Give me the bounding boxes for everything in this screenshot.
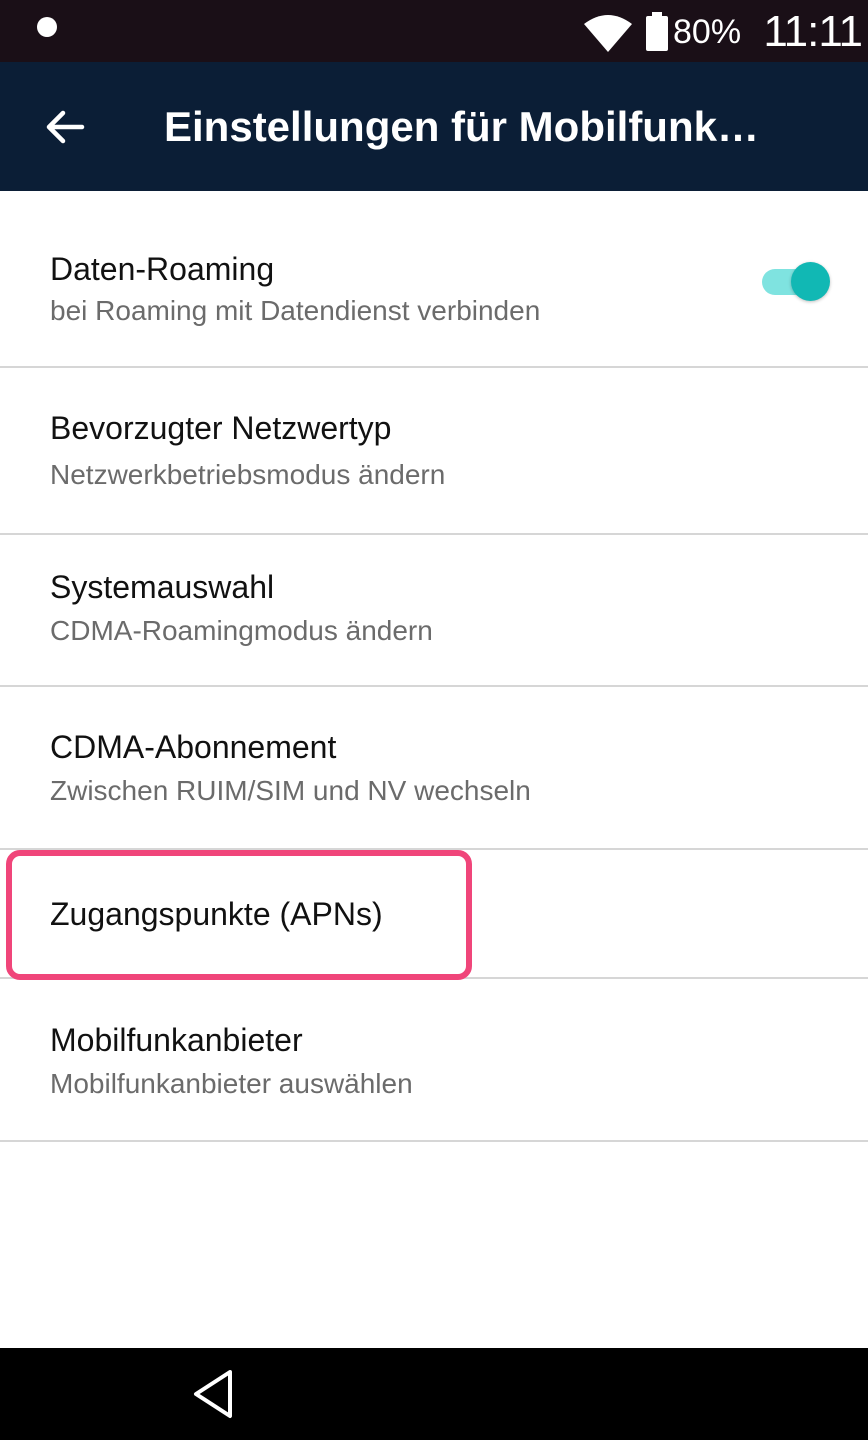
clock: 11:11	[763, 7, 863, 56]
navigation-bar	[0, 1348, 868, 1440]
settings-list: Daten-Roaming bei Roaming mit Datendiens…	[0, 191, 868, 1142]
app-bar: Einstellungen für Mobilfunk…	[0, 62, 868, 191]
setting-mobile-network-operators[interactable]: Mobilfunkanbieter Mobilfunkanbieter ausw…	[0, 979, 868, 1142]
setting-title: Bevorzugter Netzwertyp	[50, 410, 392, 446]
setting-title: Systemauswahl	[50, 569, 275, 605]
setting-data-roaming[interactable]: Daten-Roaming bei Roaming mit Datendiens…	[0, 191, 868, 368]
setting-system-selection[interactable]: Systemauswahl CDMA-Roamingmodus ändern	[0, 535, 868, 687]
setting-title: Mobilfunkanbieter	[50, 1022, 303, 1058]
setting-subtitle: CDMA-Roamingmodus ändern	[50, 615, 433, 646]
setting-access-point-names[interactable]: Zugangspunkte (APNs)	[0, 850, 868, 979]
data-roaming-toggle[interactable]	[760, 261, 832, 301]
setting-subtitle: Mobilfunkanbieter auswählen	[50, 1068, 413, 1099]
page-title: Einstellungen für Mobilfunk…	[164, 103, 759, 150]
setting-title: Zugangspunkte (APNs)	[50, 896, 383, 932]
setting-subtitle: Netzwerkbetriebsmodus ändern	[50, 459, 446, 490]
wifi-icon	[584, 15, 632, 52]
setting-title: Daten-Roaming	[50, 251, 275, 287]
triangle-back-icon[interactable]	[190, 1366, 236, 1422]
arrow-left-icon	[46, 110, 85, 144]
status-bar: 80% 11:11	[0, 0, 868, 62]
setting-subtitle: bei Roaming mit Datendienst verbinden	[50, 295, 541, 326]
notification-dot-icon	[37, 17, 57, 37]
setting-title: CDMA-Abonnement	[50, 729, 337, 765]
toggle-thumb	[791, 262, 830, 301]
battery-icon	[646, 12, 668, 51]
setting-subtitle: Zwischen RUIM/SIM und NV wechseln	[50, 775, 531, 806]
back-button[interactable]	[30, 92, 100, 162]
setting-preferred-network-type[interactable]: Bevorzugter Netzwertyp Netzwerkbetriebsm…	[0, 368, 868, 535]
setting-cdma-subscription[interactable]: CDMA-Abonnement Zwischen RUIM/SIM und NV…	[0, 687, 868, 850]
battery-percentage: 80%	[673, 13, 742, 51]
